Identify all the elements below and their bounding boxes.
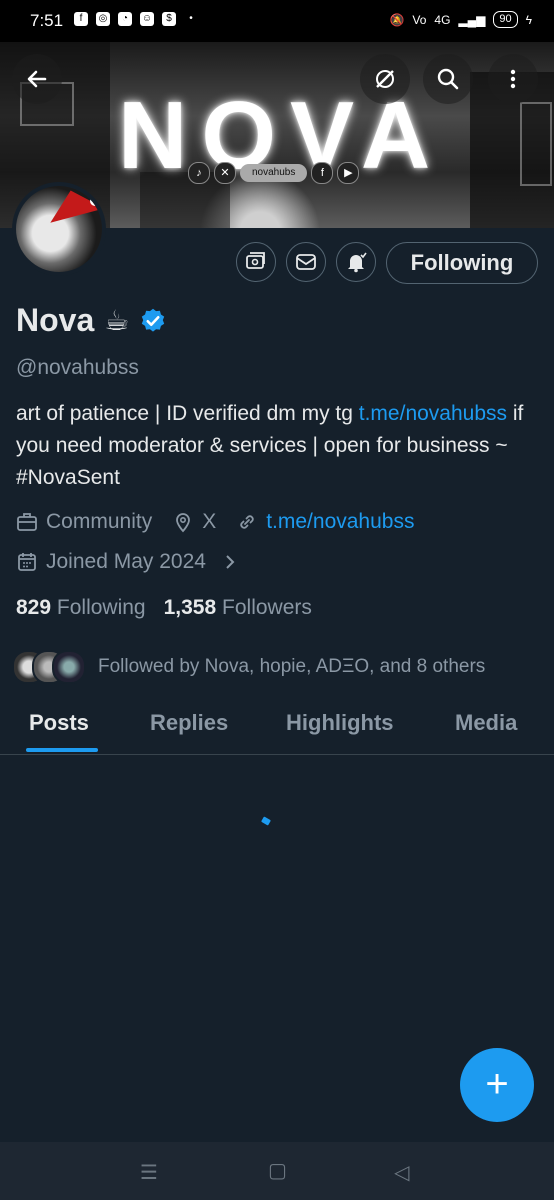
avatar-image (16, 186, 102, 272)
subscribe-button[interactable] (236, 242, 276, 282)
back-nav-button[interactable]: ◁ (394, 1160, 409, 1185)
grok-icon (376, 70, 394, 88)
following-button[interactable]: Following (386, 242, 538, 284)
volte-icon: Vo (412, 12, 427, 27)
profile-meta: Community X t.me/novahubss (16, 510, 414, 534)
tab-posts[interactable]: Posts (29, 710, 89, 736)
home-button[interactable]: ▢ (268, 1158, 287, 1183)
website-link[interactable]: t.me/novahubss (266, 510, 414, 534)
subscription-icon (246, 252, 265, 269)
bio-text: art of patience | ID verified dm my tg (16, 402, 359, 425)
follow-counts: 829 Following 1,358 Followers (16, 596, 312, 620)
discord-icon: ◔ (118, 12, 132, 26)
avatar[interactable] (12, 182, 106, 276)
profile-bio: art of patience | ID verified dm my tg t… (16, 398, 536, 494)
status-time: 7:51 (30, 11, 64, 30)
message-button[interactable] (286, 242, 326, 282)
more-vertical-icon (510, 69, 516, 89)
joined-date: Joined May 2024 (46, 550, 206, 573)
followed-by-row[interactable]: Followed by Nova, hopie, ADΞO, and 8 oth… (12, 650, 485, 684)
tiktok-icon: ♪ (188, 162, 210, 184)
calendar-icon (18, 553, 36, 571)
tab-highlights[interactable]: Highlights (286, 710, 394, 736)
briefcase-icon (17, 513, 37, 531)
shop-icon: $ (162, 12, 176, 26)
network-label: 4G (434, 12, 451, 27)
mute-icon: 🔕 (389, 12, 405, 27)
followed-by-text: Followed by Nova, hopie, ADΞO, and 8 oth… (98, 656, 486, 677)
battery-level: 90 (493, 11, 518, 28)
bio-link[interactable]: t.me/novahubss (359, 402, 507, 425)
display-name: Nova (16, 302, 95, 338)
link-icon (240, 515, 254, 529)
more-dot-icon: • (189, 13, 193, 24)
following-count-link[interactable]: 829 Following (16, 596, 146, 620)
back-arrow-icon (27, 70, 47, 88)
youtube-icon: ▶ (337, 162, 360, 184)
verified-badge-icon[interactable] (139, 307, 167, 335)
location-pin-icon (176, 513, 191, 533)
search-button[interactable] (423, 54, 473, 104)
chevron-right-icon (226, 555, 235, 569)
followers-count-link[interactable]: 1,358 Followers (164, 596, 312, 620)
mail-icon (296, 254, 316, 270)
snapchat-icon: ☺ (140, 12, 154, 26)
coffee-emoji: ☕ (104, 305, 130, 336)
banner-socials: ♪ ✕ novahubs f ▶ (188, 162, 360, 184)
joined-row[interactable]: Joined May 2024 (16, 550, 240, 574)
status-indicators: 🔕 Vo 4G ▂▄▆ 90 ϟ (389, 11, 532, 28)
signal-icon: ▂▄▆ (458, 12, 486, 27)
following-count: 829 (16, 596, 52, 619)
followers-count: 1,358 (163, 596, 217, 619)
instagram-icon: ◎ (96, 12, 110, 26)
user-handle: @novahubss (16, 356, 139, 379)
notification-icons: f ◎ ◔ ☺ $ • (74, 12, 198, 26)
following-label: Following (56, 596, 146, 619)
follower-avatar (52, 650, 86, 684)
search-icon (437, 68, 459, 90)
facebook-icon: f (311, 162, 334, 184)
bell-check-icon (348, 252, 367, 273)
x-icon: ✕ (214, 162, 236, 184)
back-button[interactable] (12, 54, 62, 104)
tab-media[interactable]: Media (455, 710, 517, 736)
plus-icon: + (485, 1062, 509, 1106)
more-options-button[interactable] (488, 54, 538, 104)
tab-replies[interactable]: Replies (150, 710, 228, 736)
santa-hat-pom (90, 196, 100, 206)
location-label: X (202, 510, 217, 533)
notifications-button[interactable] (336, 242, 376, 282)
system-nav-bar: ☰ ▢ ◁ (0, 1142, 554, 1200)
profile-tabs: Posts Replies Highlights Media (0, 698, 554, 755)
grok-button[interactable] (360, 54, 410, 104)
compose-button[interactable]: + (460, 1048, 534, 1122)
facebook-icon: f (74, 12, 88, 26)
recents-button[interactable]: ☰ (140, 1160, 158, 1185)
charging-icon: ϟ (525, 12, 532, 27)
name-row: Nova ☕ (16, 302, 167, 339)
status-bar: 7:51 f ◎ ◔ ☺ $ • 🔕 Vo 4G ▂▄▆ 90 ϟ (0, 0, 554, 42)
banner-handle: novahubs (240, 164, 308, 182)
banner-sign (520, 102, 552, 186)
category-label[interactable]: Community (46, 510, 152, 534)
active-tab-indicator (26, 748, 98, 752)
loading-spinner (261, 816, 271, 826)
followers-label: Followers (222, 596, 312, 619)
